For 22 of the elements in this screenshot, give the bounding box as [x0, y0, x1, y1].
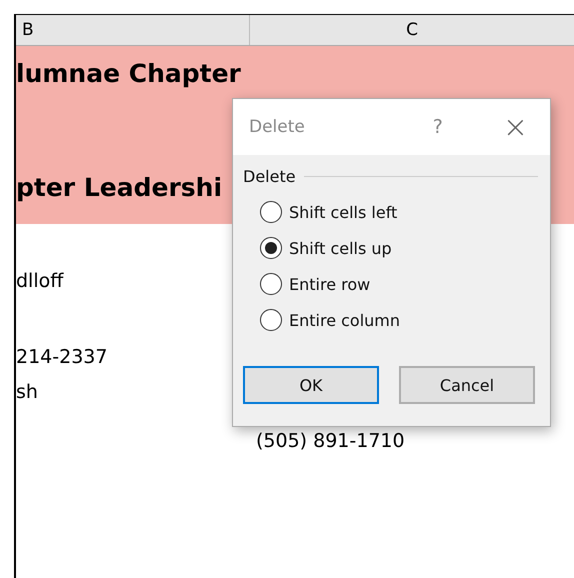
- group-label: Delete: [243, 167, 296, 186]
- cell-text: 214-2337: [16, 346, 108, 368]
- dialog-title: Delete: [249, 117, 306, 137]
- radio-button[interactable]: [260, 201, 282, 223]
- option-label[interactable]: Entire row: [289, 274, 370, 294]
- cancel-button[interactable]: Cancel: [399, 366, 535, 404]
- close-button[interactable]: ×: [502, 110, 528, 144]
- ok-button[interactable]: OK: [243, 366, 379, 404]
- help-button[interactable]: ?: [432, 116, 443, 138]
- option-label[interactable]: Shift cells up: [289, 238, 392, 258]
- cell-text: dlloff: [16, 270, 64, 292]
- option-label[interactable]: Shift cells left: [289, 202, 398, 222]
- cell-text: sh: [16, 381, 38, 403]
- option-label[interactable]: Entire column: [289, 310, 400, 330]
- cell-text: (505) 891-1710: [256, 430, 405, 452]
- radio-button[interactable]: [260, 237, 282, 259]
- radio-button[interactable]: [260, 273, 282, 295]
- column-header[interactable]: B: [16, 15, 250, 45]
- radio-button[interactable]: [260, 309, 282, 331]
- cell-text: lumnae Chapter: [16, 59, 241, 88]
- column-header[interactable]: C: [250, 15, 574, 45]
- cell-text: pter Leadershi: [16, 173, 222, 202]
